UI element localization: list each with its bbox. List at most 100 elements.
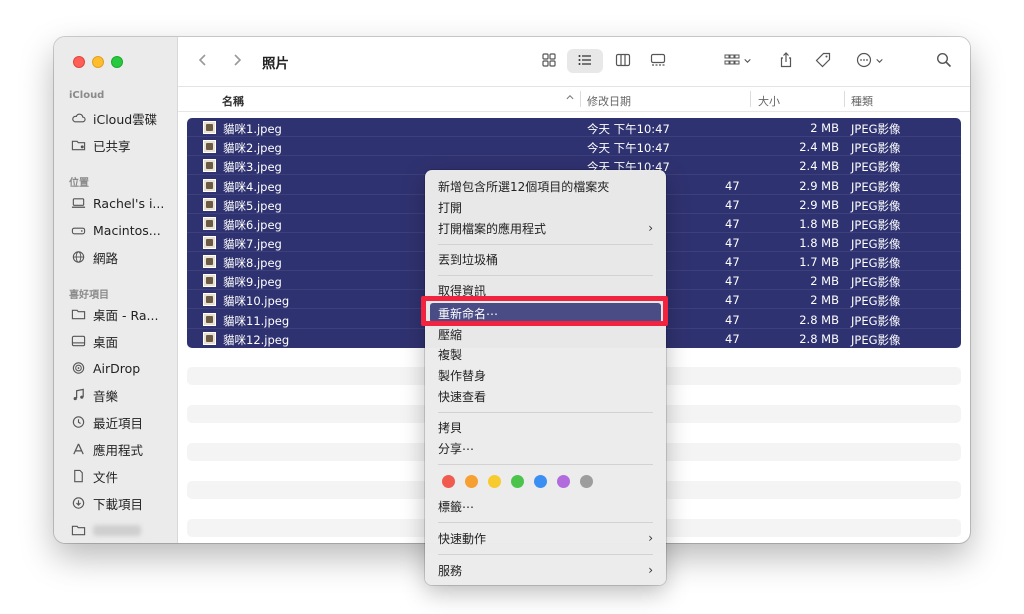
download-icon xyxy=(71,496,86,510)
column-kind[interactable]: 種類 xyxy=(851,93,873,109)
sidebar-item-label: 桌面 - Ra... xyxy=(93,307,159,323)
clock-icon xyxy=(71,415,86,429)
column-divider[interactable] xyxy=(750,91,751,107)
image-thumbnail xyxy=(203,179,216,192)
menu-separator xyxy=(438,412,653,413)
file-date: 47 xyxy=(725,255,740,269)
search-icon xyxy=(936,52,952,71)
sidebar-item-shared[interactable]: 已共享 xyxy=(71,135,131,155)
menu-item-quick-actions[interactable]: 快速動作 › xyxy=(438,528,653,548)
image-thumbnail xyxy=(203,236,216,249)
sidebar-section-icloud: iCloud xyxy=(69,90,105,101)
share-icon xyxy=(778,51,794,71)
tag-red-dot[interactable] xyxy=(442,475,455,488)
more-actions-button[interactable] xyxy=(850,49,890,73)
tag-green-dot[interactable] xyxy=(511,475,524,488)
column-divider[interactable] xyxy=(580,91,581,107)
document-icon xyxy=(71,469,86,483)
sidebar-item-desktop-rachel[interactable]: 桌面 - Ra... xyxy=(71,304,158,324)
tag-orange-dot[interactable] xyxy=(465,475,478,488)
column-divider[interactable] xyxy=(844,91,845,107)
close-button[interactable] xyxy=(73,56,85,68)
sidebar-item-network[interactable]: 網路 xyxy=(71,247,118,267)
sidebar-item-desktop[interactable]: 桌面 xyxy=(71,331,118,351)
sidebar-item-applications[interactable]: 應用程式 xyxy=(71,439,143,459)
table-row[interactable]: 貓咪2.jpeg 今天 下午10:47 2.4 MB JPEG影像 xyxy=(187,137,961,156)
file-name: 貓咪1.jpeg xyxy=(223,122,282,136)
back-button[interactable] xyxy=(194,49,212,73)
minimize-button[interactable] xyxy=(92,56,104,68)
forward-button[interactable] xyxy=(228,49,246,73)
tag-gray-dot[interactable] xyxy=(580,475,593,488)
column-name[interactable]: 名稱 xyxy=(222,93,244,109)
list-view-button[interactable] xyxy=(567,49,603,73)
file-size: 2.4 MB xyxy=(799,159,839,173)
menu-item-compress[interactable]: 壓縮 xyxy=(438,324,653,344)
chevron-down-icon xyxy=(875,54,884,68)
menu-item-label: 服務 xyxy=(438,563,463,578)
sidebar-item-laptop[interactable]: Rachel's i... xyxy=(71,193,164,213)
chevron-right-icon: › xyxy=(648,531,653,545)
menu-item-duplicate[interactable]: 複製 xyxy=(438,344,653,364)
sidebar-item-label: 下載項目 xyxy=(93,496,144,512)
file-date: 47 xyxy=(725,274,740,288)
apps-icon xyxy=(71,442,86,456)
sidebar-item-disk[interactable]: Macintos... xyxy=(71,220,161,240)
share-button[interactable] xyxy=(774,49,798,73)
zoom-button[interactable] xyxy=(111,56,123,68)
tag-button[interactable] xyxy=(810,49,836,73)
sidebar-item-recents[interactable]: 最近項目 xyxy=(71,412,143,432)
file-date: 今天 下午10:47 xyxy=(587,122,670,136)
file-name: 貓咪2.jpeg xyxy=(223,141,282,155)
menu-item-open-with[interactable]: 打開檔案的應用程式 › xyxy=(438,218,653,238)
menu-item-quick-look[interactable]: 快速查看 xyxy=(438,386,653,406)
sort-ascending-icon xyxy=(565,92,575,105)
menu-item-label: 快速動作 xyxy=(438,531,487,546)
column-view-button[interactable] xyxy=(610,49,636,73)
menu-item-share[interactable]: 分享⋯ xyxy=(438,438,653,458)
menu-separator xyxy=(438,464,653,465)
file-date: 47 xyxy=(725,293,740,307)
file-size: 2 MB xyxy=(810,274,839,288)
sidebar-item-label: iCloud雲碟 xyxy=(93,111,158,127)
tag-blue-dot[interactable] xyxy=(534,475,547,488)
image-thumbnail xyxy=(203,293,216,306)
chevron-right-icon: › xyxy=(648,563,653,577)
menu-item-services[interactable]: 服務 › xyxy=(438,560,653,580)
menu-item-copy[interactable]: 拷貝 xyxy=(438,417,653,437)
gallery-view-button[interactable] xyxy=(645,49,671,73)
menu-item-make-alias[interactable]: 製作替身 xyxy=(438,365,653,385)
file-name: 貓咪5.jpeg xyxy=(223,199,282,213)
tag-purple-dot[interactable] xyxy=(557,475,570,488)
blurred-label xyxy=(93,524,141,536)
sidebar-item-blurred[interactable] xyxy=(71,520,141,540)
sidebar-item-documents[interactable]: 文件 xyxy=(71,466,118,486)
column-size[interactable]: 大小 xyxy=(758,93,780,109)
menu-item-move-to-trash[interactable]: 丟到垃圾桶 xyxy=(438,249,653,269)
image-thumbnail xyxy=(203,121,216,134)
sidebar-item-label: 已共享 xyxy=(93,138,131,154)
sidebar-item-icloud-drive[interactable]: iCloud雲碟 xyxy=(71,108,157,128)
column-date[interactable]: 修改日期 xyxy=(587,93,631,109)
file-date: 47 xyxy=(725,179,740,193)
sidebar-item-label: 最近項目 xyxy=(93,415,144,431)
menu-item-open[interactable]: 打開 xyxy=(438,197,653,217)
file-date: 47 xyxy=(725,236,740,250)
sidebar-item-airdrop[interactable]: AirDrop xyxy=(71,358,140,378)
icon-view-button[interactable] xyxy=(536,49,562,73)
tag-yellow-dot[interactable] xyxy=(488,475,501,488)
menu-separator xyxy=(438,244,653,245)
group-button[interactable] xyxy=(718,49,758,73)
menu-item-tags[interactable]: 標籤⋯ xyxy=(438,496,653,516)
file-kind: JPEG影像 xyxy=(851,333,901,347)
table-row[interactable]: 貓咪1.jpeg 今天 下午10:47 2 MB JPEG影像 xyxy=(187,118,961,137)
sidebar-item-music[interactable]: 音樂 xyxy=(71,385,118,405)
file-size: 1.8 MB xyxy=(799,236,839,250)
disk-icon xyxy=(71,223,86,237)
menu-item-new-folder-with-selection[interactable]: 新增包含所選12個項目的檔案夾 xyxy=(438,176,653,196)
file-kind: JPEG影像 xyxy=(851,141,901,155)
file-kind: JPEG影像 xyxy=(851,180,901,194)
sidebar-item-downloads[interactable]: 下載項目 xyxy=(71,493,143,513)
search-button[interactable] xyxy=(932,49,956,73)
image-thumbnail xyxy=(203,313,216,326)
